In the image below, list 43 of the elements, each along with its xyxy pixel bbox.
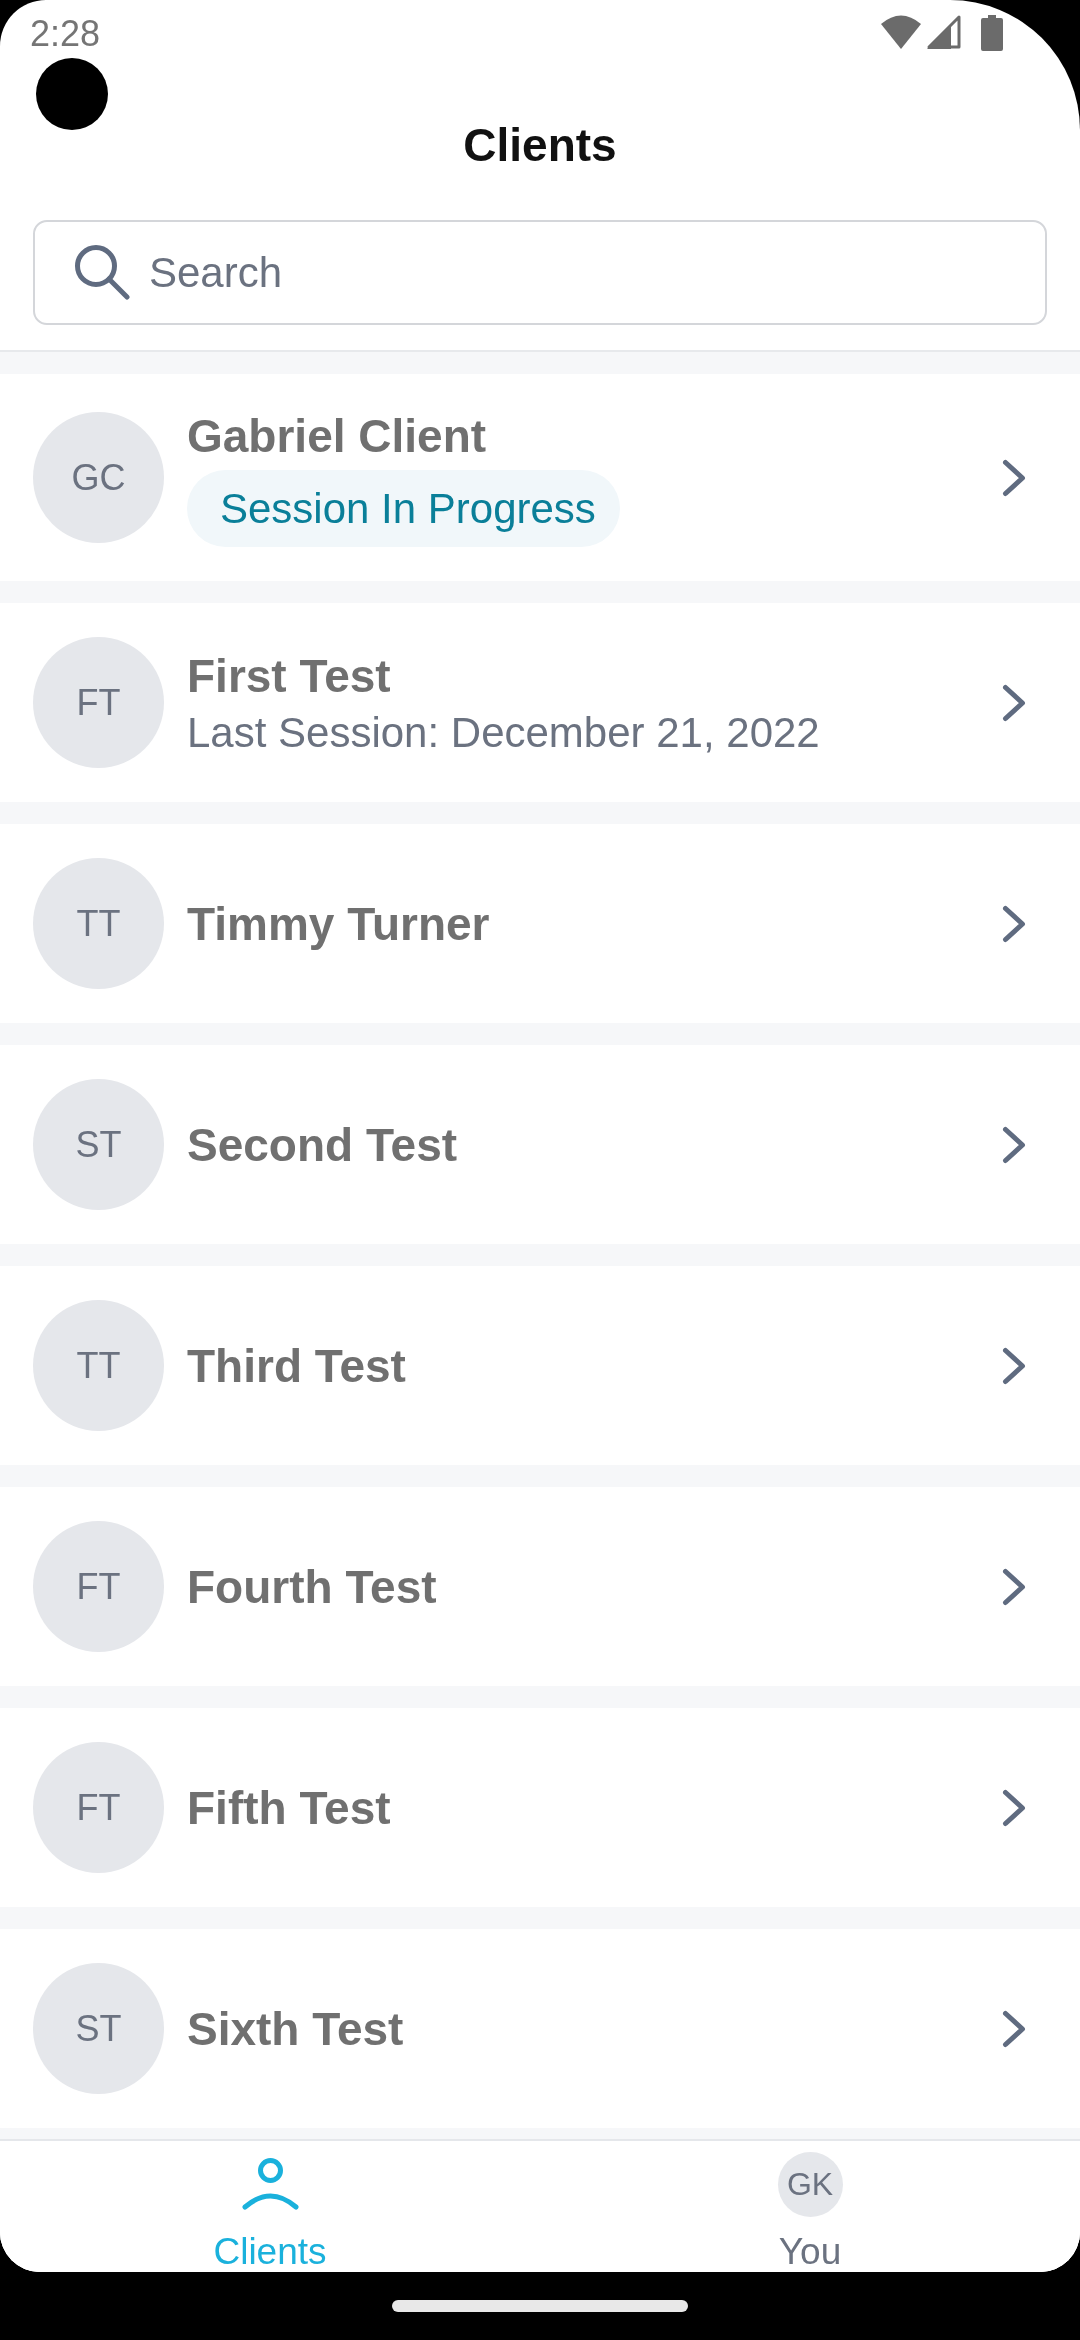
client-row[interactable]: FT First Test Last Session: December 21, 2022 (0, 603, 1080, 802)
initials-avatar: TT (33, 858, 164, 989)
wifi-icon (881, 15, 921, 49)
battery-icon (981, 15, 1003, 51)
search-field[interactable]: Search (33, 220, 1047, 325)
chevron-right-icon (1002, 904, 1026, 943)
initials-avatar: TT (33, 1300, 164, 1431)
page-title: Clients (463, 118, 617, 173)
client-row[interactable]: GC Gabriel Client Session In Progress (0, 374, 1080, 581)
client-name: Gabriel Client (187, 409, 487, 464)
client-row[interactable]: FT Fourth Test (0, 1487, 1080, 1686)
client-name: Fourth Test (187, 1559, 437, 1615)
signal-icon (927, 15, 961, 49)
person-icon (241, 2158, 299, 2211)
client-name: First Test (187, 648, 391, 704)
initials-avatar: ST (33, 1963, 164, 2094)
initials-avatar: FT (33, 1521, 164, 1652)
chevron-right-icon (1002, 683, 1026, 722)
chevron-right-icon (1002, 458, 1026, 497)
initials-avatar: FT (33, 1742, 164, 1873)
chevron-right-icon (1002, 2009, 1026, 2048)
last-session-text: Last Session: December 21, 2022 (187, 707, 820, 758)
initials-avatar: ST (33, 1079, 164, 1210)
client-name: Sixth Test (187, 2001, 404, 2057)
chevron-right-icon (1002, 1346, 1026, 1385)
chevron-right-icon (1002, 1788, 1026, 1827)
client-row[interactable]: ST Second Test (0, 1045, 1080, 1244)
client-row[interactable]: FT Fifth Test (0, 1708, 1080, 1907)
client-name: Third Test (187, 1338, 406, 1394)
chevron-right-icon (1002, 1567, 1026, 1606)
status-time: 2:28 (30, 14, 101, 54)
initials-avatar: GK (777, 2152, 843, 2217)
client-row[interactable]: TT Third Test (0, 1266, 1080, 1465)
client-name: Fifth Test (187, 1780, 391, 1836)
client-name: Second Test (187, 1117, 458, 1173)
initials-avatar: GC (33, 412, 164, 543)
chevron-right-icon (1002, 1125, 1026, 1164)
initials-avatar: FT (33, 637, 164, 768)
client-name: Timmy Turner (187, 896, 490, 952)
client-row[interactable]: ST Sixth Test (0, 1929, 1080, 2128)
client-row[interactable]: TT Timmy Turner (0, 824, 1080, 1023)
status-badge: Session In Progress (187, 470, 620, 547)
search-icon (74, 244, 130, 300)
